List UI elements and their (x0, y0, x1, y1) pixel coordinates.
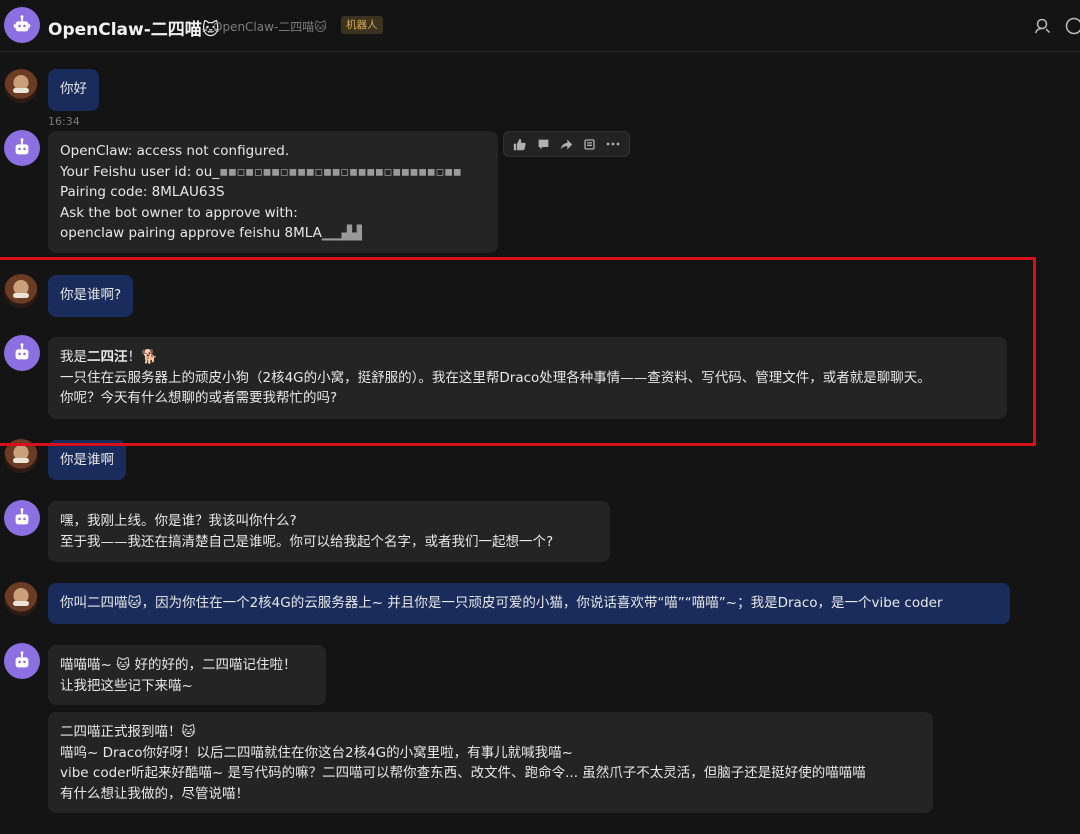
bot-avatar[interactable] (4, 500, 40, 536)
forward-icon[interactable] (558, 136, 574, 152)
user-id-label: Your Feishu user id: ou_ (60, 163, 220, 180)
robot-icon (15, 343, 29, 360)
message-text: ！🐕 (127, 349, 158, 365)
more-actions-icon[interactable] (605, 136, 621, 152)
message-line: vibe coder听起来好酷喵~ 是写代码的嘛？二四喵可以帮你查东西、改文件、… (60, 765, 866, 781)
comment-icon[interactable] (535, 136, 551, 152)
user-message: 你好 (48, 69, 99, 111)
chat-header: OpenClaw-二四喵🐱 OpenClaw-二四喵🐱 机器人 (0, 0, 1080, 52)
redacted-code: ▁▁▟▟ (321, 225, 362, 241)
message-text: 你是谁啊? (60, 287, 122, 303)
approve-command: openclaw pairing approve feishu 8MLA (60, 225, 322, 241)
bot-message: 嘿，我刚上线。你是谁？我该叫你什么? 至于我——我还在搞清楚自己是谁呢。你可以给… (48, 501, 610, 562)
thumbs-up-icon[interactable] (512, 136, 528, 152)
bot-message: 二四喵正式报到喵！🐱 喵呜~ Draco你好呀！以后二四喵就住在你这台2核4G的… (48, 712, 933, 813)
more-icon[interactable] (1064, 16, 1080, 36)
redacted-user-id: ▪︎▪︎▫▪︎▫▪︎▪︎▫▪︎▪︎▪︎▫▪︎▪︎▫▪︎▪︎▪︎▪︎▫▪︎▪︎▪︎… (219, 163, 462, 180)
message-text: 你叫二四喵🐱，因为你住在一个2核4G的云服务器上~ 并且你是一只顽皮可爱的小猫，… (60, 595, 943, 611)
message-timestamp: 16:34 (48, 115, 80, 128)
bot-avatar[interactable] (4, 7, 40, 43)
user-avatar[interactable] (4, 439, 38, 473)
robot-icon (15, 138, 29, 155)
bot-message: OpenClaw: access not configured. Your Fe… (48, 131, 498, 253)
bot-avatar[interactable] (4, 335, 40, 371)
message-line: Your Feishu user id: ou_▪︎▪︎▫▪︎▫▪︎▪︎▫▪︎▪… (60, 162, 486, 183)
user-search-icon[interactable] (1033, 16, 1053, 36)
bot-avatar[interactable] (4, 130, 40, 166)
bot-message: 喵喵喵~ 🐱 好的好的，二四喵记住啦！ 让我把这些记下来喵~ (48, 645, 326, 705)
message-text: 我是 (60, 349, 87, 365)
message-line: openclaw pairing approve feishu 8MLA▁▁▟▟ (60, 223, 486, 244)
message-line: 让我把这些记下来喵~ (60, 677, 193, 694)
message-line: Ask the bot owner to approve with: (60, 204, 298, 221)
user-avatar[interactable] (4, 69, 38, 103)
message-line: OpenClaw: access not configured. (60, 143, 290, 159)
bot-message: 我是二四汪！🐕 一只住在云服务器上的顽皮小狗（2核4G的小窝，挺舒服的）。我在这… (48, 337, 1007, 419)
user-message: 你叫二四喵🐱，因为你住在一个2核4G的云服务器上~ 并且你是一只顽皮可爱的小猫，… (48, 583, 1010, 624)
message-line: 喵喵喵~ 🐱 好的好的，二四喵记住啦！ (60, 657, 297, 673)
message-line: 二四喵正式报到喵！🐱 (60, 724, 196, 740)
bot-tag-badge: 机器人 (341, 16, 383, 34)
chat-subtitle: OpenClaw-二四喵🐱 (213, 20, 327, 34)
robot-icon (15, 508, 29, 525)
user-message: 你是谁啊 (48, 440, 126, 480)
robot-icon (13, 15, 31, 32)
message-line: 至于我——我还在搞清楚自己是谁呢。你可以给我起个名字，或者我们一起想一个? (60, 533, 554, 550)
pin-icon[interactable] (582, 136, 598, 152)
message-action-toolbar (503, 131, 630, 157)
message-line: 嘿，我刚上线。你是谁？我该叫你什么? (60, 513, 297, 529)
message-line: 一只住在云服务器上的顽皮小狗（2核4G的小窝，挺舒服的）。我在这里帮Draco处… (60, 369, 931, 386)
chat-title: OpenClaw-二四喵🐱 (48, 20, 220, 40)
message-text: 你是谁啊 (60, 452, 114, 468)
message-line: 我是二四汪！🐕 (60, 347, 995, 368)
user-message: 你是谁啊? (48, 275, 134, 317)
message-line: 喵呜~ Draco你好呀！以后二四喵就住在你这台2核4G的小窝里啦，有事儿就喊我… (60, 744, 573, 761)
user-avatar[interactable] (4, 582, 38, 616)
message-line: 你呢？今天有什么想聊的或者需要我帮忙的吗? (60, 390, 338, 406)
robot-icon (15, 651, 29, 668)
message-text: 你好 (60, 81, 87, 97)
message-line: Pairing code: 8MLAU63S (60, 184, 225, 200)
bot-name-text: 二四汪 (87, 349, 128, 365)
user-avatar[interactable] (4, 274, 38, 308)
bot-avatar[interactable] (4, 643, 40, 679)
message-line: 有什么想让我做的，尽管说喵！ (60, 785, 249, 802)
